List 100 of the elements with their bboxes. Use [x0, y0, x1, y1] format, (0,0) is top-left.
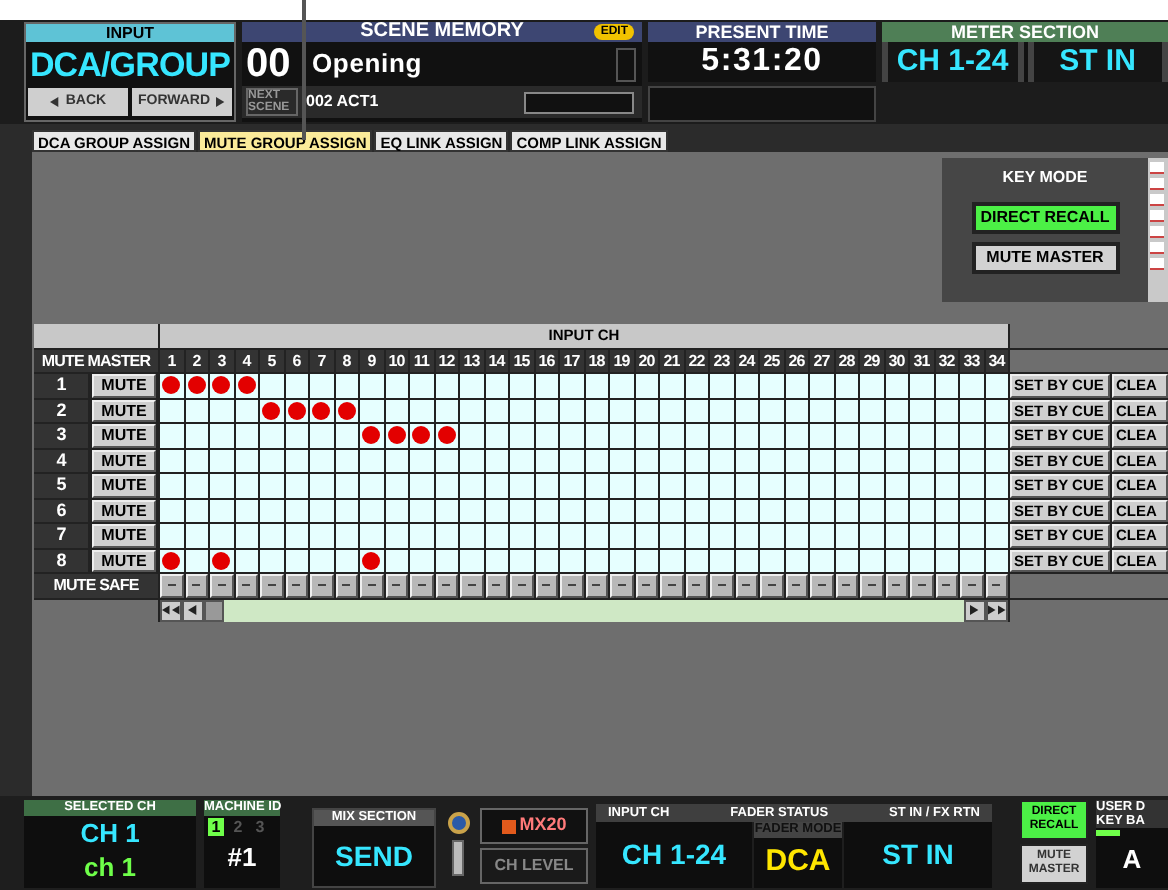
matrix-cell[interactable] [610, 524, 633, 547]
matrix-cell[interactable] [235, 424, 258, 447]
matrix-cell[interactable] [285, 474, 308, 497]
matrix-cell[interactable] [660, 424, 683, 447]
matrix-cell[interactable] [585, 499, 608, 522]
matrix-cell[interactable] [935, 524, 958, 547]
matrix-cell[interactable] [810, 499, 833, 522]
matrix-cell[interactable] [210, 424, 233, 447]
matrix-cell[interactable] [785, 524, 808, 547]
matrix-cell[interactable] [335, 399, 358, 422]
matrix-cell[interactable] [760, 499, 783, 522]
mute-safe-button[interactable] [985, 574, 1008, 597]
matrix-cell[interactable] [460, 374, 483, 397]
matrix-cell[interactable] [910, 449, 933, 472]
matrix-cell[interactable] [385, 524, 408, 547]
matrix-cell[interactable] [585, 449, 608, 472]
matrix-cell[interactable] [335, 449, 358, 472]
matrix-cell[interactable] [660, 399, 683, 422]
matrix-cell[interactable] [535, 524, 558, 547]
matrix-cell[interactable] [710, 474, 733, 497]
matrix-cell[interactable] [460, 399, 483, 422]
mute-safe-button[interactable] [235, 574, 258, 597]
mute-button[interactable]: MUTE [92, 499, 156, 522]
matrix-cell[interactable] [210, 399, 233, 422]
matrix-cell[interactable] [960, 549, 983, 572]
matrix-cell[interactable] [410, 524, 433, 547]
matrix-cell[interactable] [860, 524, 883, 547]
mute-safe-button[interactable] [785, 574, 808, 597]
matrix-cell[interactable] [635, 549, 658, 572]
matrix-cell[interactable] [710, 449, 733, 472]
matrix-cell[interactable] [960, 399, 983, 422]
matrix-cell[interactable] [235, 474, 258, 497]
mute-safe-button[interactable] [810, 574, 833, 597]
matrix-cell[interactable] [485, 549, 508, 572]
matrix-cell[interactable] [860, 424, 883, 447]
matrix-cell[interactable] [185, 399, 208, 422]
matrix-cell[interactable] [385, 399, 408, 422]
matrix-cell[interactable] [610, 424, 633, 447]
matrix-cell[interactable] [485, 424, 508, 447]
matrix-cell[interactable] [710, 424, 733, 447]
matrix-cell[interactable] [785, 499, 808, 522]
matrix-cell[interactable] [860, 499, 883, 522]
matrix-cell[interactable] [660, 524, 683, 547]
matrix-cell[interactable] [410, 424, 433, 447]
matrix-cell[interactable] [485, 449, 508, 472]
matrix-cell[interactable] [710, 499, 733, 522]
matrix-cell[interactable] [635, 524, 658, 547]
matrix-cell[interactable] [185, 374, 208, 397]
matrix-cell[interactable] [960, 424, 983, 447]
mute-safe-button[interactable] [510, 574, 533, 597]
matrix-cell[interactable] [510, 424, 533, 447]
matrix-cell[interactable] [610, 499, 633, 522]
mute-button[interactable]: MUTE [92, 374, 156, 397]
mute-safe-button[interactable] [835, 574, 858, 597]
mute-safe-button[interactable] [160, 574, 183, 597]
matrix-cell[interactable] [635, 499, 658, 522]
matrix-cell[interactable] [685, 474, 708, 497]
matrix-cell[interactable] [385, 499, 408, 522]
matrix-cell[interactable] [235, 499, 258, 522]
matrix-cell[interactable] [785, 474, 808, 497]
matrix-cell[interactable] [785, 549, 808, 572]
matrix-cell[interactable] [835, 474, 858, 497]
matrix-cell[interactable] [535, 499, 558, 522]
matrix-cell[interactable] [435, 424, 458, 447]
matrix-cell[interactable] [360, 424, 383, 447]
matrix-cell[interactable] [735, 474, 758, 497]
mute-button[interactable]: MUTE [92, 474, 156, 497]
matrix-cell[interactable] [335, 374, 358, 397]
matrix-cell[interactable] [810, 474, 833, 497]
matrix-cell[interactable] [385, 474, 408, 497]
matrix-cell[interactable] [435, 549, 458, 572]
matrix-cell[interactable] [610, 399, 633, 422]
mute-safe-button[interactable] [435, 574, 458, 597]
matrix-cell[interactable] [660, 449, 683, 472]
matrix-cell[interactable] [910, 374, 933, 397]
matrix-cell[interactable] [960, 499, 983, 522]
matrix-cell[interactable] [460, 549, 483, 572]
matrix-cell[interactable] [235, 374, 258, 397]
matrix-cell[interactable] [810, 374, 833, 397]
mute-safe-button[interactable] [935, 574, 958, 597]
matrix-cell[interactable] [160, 449, 183, 472]
matrix-cell[interactable] [785, 449, 808, 472]
matrix-cell[interactable] [860, 374, 883, 397]
matrix-cell[interactable] [560, 374, 583, 397]
matrix-cell[interactable] [910, 424, 933, 447]
mute-safe-button[interactable] [760, 574, 783, 597]
matrix-cell[interactable] [410, 399, 433, 422]
matrix-cell[interactable] [585, 424, 608, 447]
matrix-cell[interactable] [160, 424, 183, 447]
matrix-cell[interactable] [535, 549, 558, 572]
matrix-cell[interactable] [560, 474, 583, 497]
matrix-cell[interactable] [785, 399, 808, 422]
matrix-cell[interactable] [585, 524, 608, 547]
matrix-cell[interactable] [485, 474, 508, 497]
mute-safe-button[interactable] [560, 574, 583, 597]
matrix-cell[interactable] [210, 499, 233, 522]
matrix-cell[interactable] [335, 424, 358, 447]
matrix-cell[interactable] [210, 449, 233, 472]
matrix-cell[interactable] [360, 524, 383, 547]
mute-safe-button[interactable] [710, 574, 733, 597]
